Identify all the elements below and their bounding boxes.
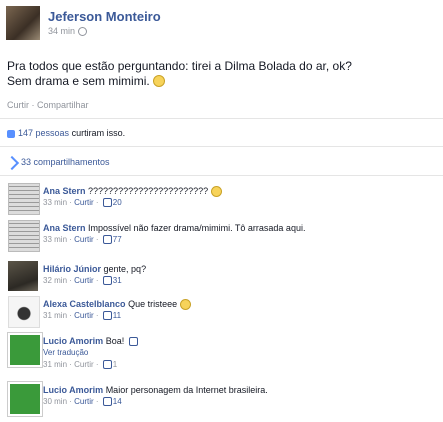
comment-like-link[interactable]: Curtir <box>74 311 94 320</box>
like-thumb-icon <box>102 397 112 407</box>
comment-time[interactable]: 33 min <box>43 235 67 244</box>
comment: Hilário Júnior gente, pq? 32 min · Curti… <box>8 261 438 301</box>
comment-meta: 31 min · Curtir · 1 <box>43 360 118 370</box>
comment-text-line: Alexa Castelblanco Que tristeee <box>43 299 191 311</box>
comment: Lucio Amorim Boa! Ver tradução 31 min · … <box>8 333 438 378</box>
like-link[interactable]: Curtir <box>7 100 29 110</box>
comment-text-line: Lucio Amorim Maior personagem da Interne… <box>43 385 268 395</box>
likes-summary[interactable]: 147 pessoas curtiram isso. <box>7 128 125 138</box>
comment-text: Boa! <box>105 336 125 346</box>
commenter-name[interactable]: Lucio Amorim <box>43 336 103 346</box>
post-text-line-2: Sem drama e sem mimimi. <box>7 74 427 89</box>
post-time-text[interactable]: 34 min <box>48 26 75 36</box>
comment-meta: 30 min · Curtir · 14 <box>43 397 122 407</box>
like-thumb-icon <box>102 276 112 286</box>
comment-text: ???????????????????????? <box>88 186 209 196</box>
commenter-avatar[interactable] <box>8 296 40 328</box>
like-thumb-icon <box>102 311 112 321</box>
share-icon <box>4 155 20 170</box>
comment-text: gente, pq? <box>103 264 147 274</box>
commenter-avatar[interactable] <box>8 220 40 252</box>
like-thumb-icon <box>7 129 15 138</box>
sad-emoji-icon <box>179 299 191 311</box>
share-link[interactable]: Compartilhar <box>37 100 89 110</box>
comment-like-count[interactable]: 77 <box>113 235 122 244</box>
author-avatar[interactable] <box>6 6 40 40</box>
comment-like-count[interactable]: 14 <box>113 397 122 406</box>
commenter-name[interactable]: Lucio Amorim <box>43 385 103 395</box>
post-text-line-2-text: Sem drama e sem mimimi. <box>7 74 150 88</box>
post-body: Pra todos que estão perguntando: tirei a… <box>7 59 427 89</box>
comment-time[interactable]: 31 min <box>43 311 67 320</box>
globe-icon <box>78 27 88 37</box>
comment-time[interactable]: 30 min <box>43 397 67 406</box>
commenter-avatar[interactable] <box>8 183 40 215</box>
commenter-avatar[interactable] <box>8 382 42 416</box>
comment-time[interactable]: 31 min <box>43 360 67 369</box>
smile-emoji-icon <box>153 74 166 87</box>
divider <box>0 175 443 176</box>
comment-like-count[interactable]: 11 <box>113 311 121 320</box>
comment-meta: 33 min · Curtir · 20 <box>43 198 122 208</box>
commenter-name[interactable]: Ana Stern <box>43 186 86 196</box>
comment-meta: 33 min · Curtir · 77 <box>43 235 122 245</box>
commenter-name[interactable]: Hilário Júnior <box>43 264 101 274</box>
comment-text-line: Ana Stern Impossível não fazer drama/mim… <box>43 223 305 233</box>
comment-like-count[interactable]: 1 <box>113 360 117 369</box>
comment-text-line: Lucio Amorim Boa! <box>43 336 139 347</box>
likes-suffix: curtiram isso. <box>71 128 126 138</box>
like-thumb-icon <box>128 337 138 347</box>
comment-like-link[interactable]: Curtir <box>74 198 94 207</box>
action-separator: · <box>31 100 35 110</box>
commenter-avatar[interactable] <box>8 333 42 367</box>
comment-text-line: Ana Stern ???????????????????????? <box>43 186 222 198</box>
comment-text: Impossível não fazer drama/mimimi. Tô ar… <box>88 223 306 233</box>
comment: Alexa Castelblanco Que tristeee 31 min ·… <box>8 296 438 336</box>
commenter-name[interactable]: Alexa Castelblanco <box>43 299 126 309</box>
post-actions: Curtir · Compartilhar <box>7 100 89 110</box>
smile-emoji-icon <box>210 186 222 198</box>
divider <box>0 118 443 119</box>
like-thumb-icon <box>102 235 112 245</box>
author-name[interactable]: Jeferson Monteiro <box>48 9 161 24</box>
post-text-line-1: Pra todos que estão perguntando: tirei a… <box>7 59 352 73</box>
shares-summary[interactable]: 33 compartilhamentos <box>4 155 110 170</box>
see-translation-link[interactable]: Ver tradução <box>43 348 88 357</box>
comment-text-line: Hilário Júnior gente, pq? <box>43 264 146 274</box>
comment: Ana Stern Impossível não fazer drama/mim… <box>8 220 438 260</box>
comment-like-link[interactable]: Curtir <box>74 360 94 369</box>
comment-time[interactable]: 32 min <box>43 276 67 285</box>
facebook-post: Jeferson Monteiro 34 min Pra todos que e… <box>0 0 443 422</box>
comment: Lucio Amorim Maior personagem da Interne… <box>8 382 438 422</box>
comment-text: Que tristeee <box>128 299 178 309</box>
comment-like-link[interactable]: Curtir <box>74 235 94 244</box>
like-thumb-icon <box>102 360 112 370</box>
likes-count[interactable]: 147 pessoas <box>18 128 69 138</box>
comment-text: Maior personagem da Internet brasileira. <box>105 385 268 395</box>
shares-count[interactable]: 33 compartilhamentos <box>21 157 110 167</box>
comment-meta: 31 min · Curtir · 11 <box>43 311 122 321</box>
divider <box>0 146 443 147</box>
like-thumb-icon <box>102 198 112 208</box>
comment: Ana Stern ???????????????????????? 33 mi… <box>8 183 438 223</box>
commenter-name[interactable]: Ana Stern <box>43 223 86 233</box>
comment-like-link[interactable]: Curtir <box>74 276 94 285</box>
comment-time[interactable]: 33 min <box>43 198 67 207</box>
comment-meta: 32 min · Curtir · 31 <box>43 276 122 286</box>
comment-like-count[interactable]: 31 <box>113 276 122 285</box>
comment-like-link[interactable]: Curtir <box>74 397 94 406</box>
post-time[interactable]: 34 min <box>48 26 88 37</box>
commenter-avatar[interactable] <box>8 261 38 291</box>
comment-like-count[interactable]: 20 <box>113 198 122 207</box>
